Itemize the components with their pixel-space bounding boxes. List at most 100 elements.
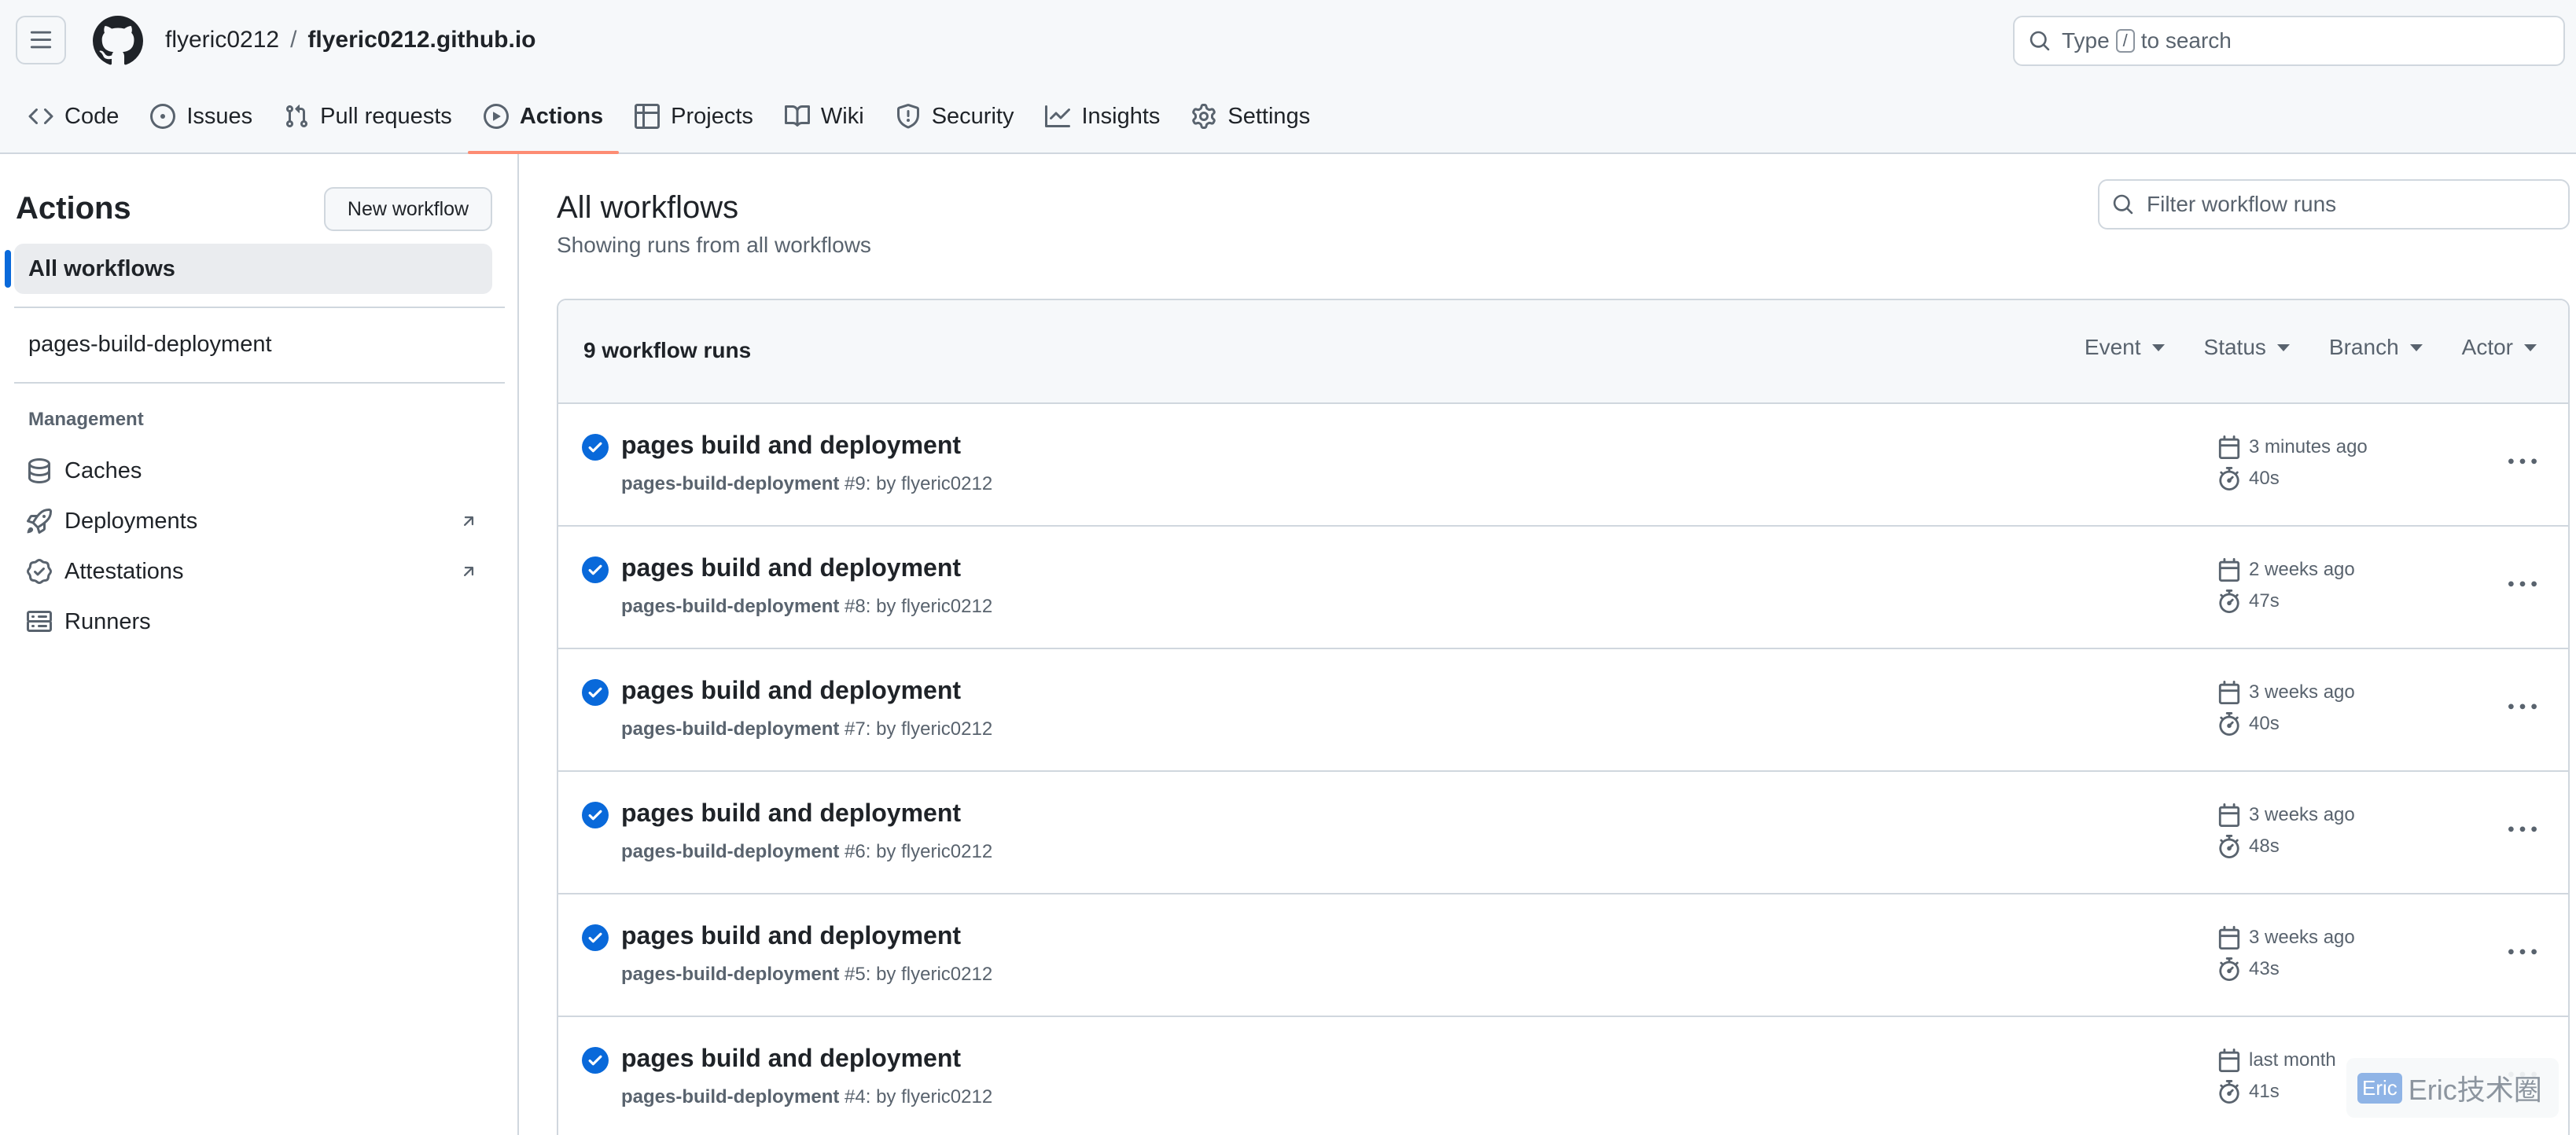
tab-issues[interactable]: Issues [134,88,268,145]
stopwatch-icon [2219,467,2239,490]
workflow-run-row[interactable]: pages build and deployment pages-build-d… [558,1017,2568,1135]
check-circle-fill-icon [582,802,609,828]
run-meta-by: by [876,473,896,494]
run-meta-by: by [876,964,896,985]
check-circle-fill-icon [582,434,609,461]
run-actor[interactable]: flyeric0212 [901,964,992,985]
repo-breadcrumb: flyeric0212 / flyeric0212.github.io [165,24,536,57]
tab-label: Pull requests [320,103,452,129]
run-when: 3 weeks ago [2249,804,2355,825]
run-actor[interactable]: flyeric0212 [901,841,992,862]
run-duration: 40s [2217,467,2280,490]
run-meta: pages-build-deployment #7: by flyeric021… [621,718,993,740]
run-title-link[interactable]: pages build and deployment [621,431,961,460]
kebab-horizontal-icon [2508,949,2537,955]
run-number: #7 [845,718,866,740]
server-icon [27,611,52,632]
sidebar-item-label: Caches [64,457,142,483]
new-workflow-button[interactable]: New workflow [324,187,492,231]
sidebar-item-attestations[interactable]: Attestations [14,549,492,594]
caret-down-icon [2524,343,2537,351]
stopwatch-icon [2219,957,2239,981]
calendar-icon [2218,926,2240,950]
runs-filters: Event Status Branch Actor [2045,335,2537,360]
calendar-icon [2218,558,2240,582]
run-meta-by: by [876,1086,896,1107]
tab-settings[interactable]: Settings [1176,88,1326,145]
run-title-link[interactable]: pages build and deployment [621,921,961,950]
filter-label: Actor [2461,335,2513,359]
stopwatch-icon [2219,1080,2239,1104]
filter-placeholder: Filter workflow runs [2147,192,2337,216]
search-label-prefix: Type [2062,28,2110,53]
run-title-link[interactable]: pages build and deployment [621,676,961,705]
run-when: 2 weeks ago [2249,559,2355,580]
check-circle-fill-icon [582,924,609,951]
repo-owner-link[interactable]: flyeric0212 [165,27,279,53]
event-filter-dropdown[interactable]: Event [2085,335,2165,360]
workflow-run-row[interactable]: pages build and deployment pages-build-d… [558,404,2568,527]
run-meta: pages-build-deployment #4: by flyeric021… [621,1086,993,1107]
run-options-button[interactable] [2505,814,2540,846]
tab-security[interactable]: Security [880,88,1030,145]
actions-sidebar: Actions New workflow All workflows pages… [0,154,519,1135]
tab-actions[interactable]: Actions [467,88,620,154]
repo-name-link[interactable]: flyeric0212.github.io [307,27,535,53]
sidebar-item-label: Deployments [64,508,198,534]
workflow-run-row[interactable]: pages build and deployment pages-build-d… [558,649,2568,772]
status-filter-dropdown[interactable]: Status [2204,335,2290,360]
run-options-button[interactable] [2505,692,2540,723]
check-circle-fill-icon [582,556,609,583]
run-options-button[interactable] [2505,446,2540,478]
run-title-link[interactable]: pages build and deployment [621,553,961,582]
run-actor[interactable]: flyeric0212 [901,596,992,617]
global-search-input[interactable]: Type / to search [2013,16,2565,66]
sidebar-item-all-workflows[interactable]: All workflows [5,244,492,294]
run-duration: 41s [2217,1080,2280,1104]
sidebar-divider [14,382,505,384]
actor-filter-dropdown[interactable]: Actor [2462,335,2537,360]
run-meta: pages-build-deployment #6: by flyeric021… [621,841,993,862]
run-title-link[interactable]: pages build and deployment [621,1044,961,1073]
run-actor[interactable]: flyeric0212 [901,1086,992,1107]
run-duration: 47s [2217,590,2280,613]
search-icon [2113,194,2133,215]
breadcrumb-separator: / [290,27,297,53]
sidebar-item-caches[interactable]: Caches [14,448,492,494]
run-duration: 48s [2217,835,2280,858]
run-options-button[interactable] [2505,937,2540,968]
kebab-horizontal-icon [2508,826,2537,832]
filter-label: Event [2084,335,2141,359]
tab-label: Issues [186,103,253,129]
sidebar-item-deployments[interactable]: Deployments [14,498,492,544]
run-workflow-name: pages-build-deployment [621,964,840,985]
menu-button[interactable] [16,16,66,64]
filter-workflow-runs-input[interactable]: Filter workflow runs [2098,179,2570,230]
kebab-horizontal-icon [2508,581,2537,587]
branch-filter-dropdown[interactable]: Branch [2329,335,2423,360]
run-title-link[interactable]: pages build and deployment [621,799,961,828]
run-number: #5 [845,964,866,985]
sidebar-item-workflow[interactable]: pages-build-deployment [14,319,492,369]
tab-wiki[interactable]: Wiki [769,88,880,145]
workflow-run-row[interactable]: pages build and deployment pages-build-d… [558,527,2568,649]
tab-projects[interactable]: Projects [619,88,769,145]
run-actor[interactable]: flyeric0212 [901,718,992,740]
run-duration-value: 40s [2249,468,2280,489]
sidebar-item-runners[interactable]: Runners [14,599,492,645]
tab-label: Settings [1227,103,1311,129]
global-header: flyeric0212 / flyeric0212.github.io Type /… [0,0,2576,154]
run-duration-value: 43s [2249,958,2280,979]
workflow-run-row[interactable]: pages build and deployment pages-build-d… [558,894,2568,1017]
run-actor[interactable]: flyeric0212 [901,473,992,494]
workflow-run-row[interactable]: pages build and deployment pages-build-d… [558,772,2568,894]
tab-insights[interactable]: Insights [1029,88,1176,145]
stopwatch-icon [2219,835,2239,858]
sidebar-title: Actions [16,191,131,226]
tab-label: Code [64,103,120,129]
run-options-button[interactable] [2505,569,2540,601]
search-label-suffix: to search [2140,28,2232,53]
github-logo-icon[interactable] [93,16,143,66]
tab-pull-requests[interactable]: Pull requests [268,88,468,145]
tab-code[interactable]: Code [13,88,134,145]
